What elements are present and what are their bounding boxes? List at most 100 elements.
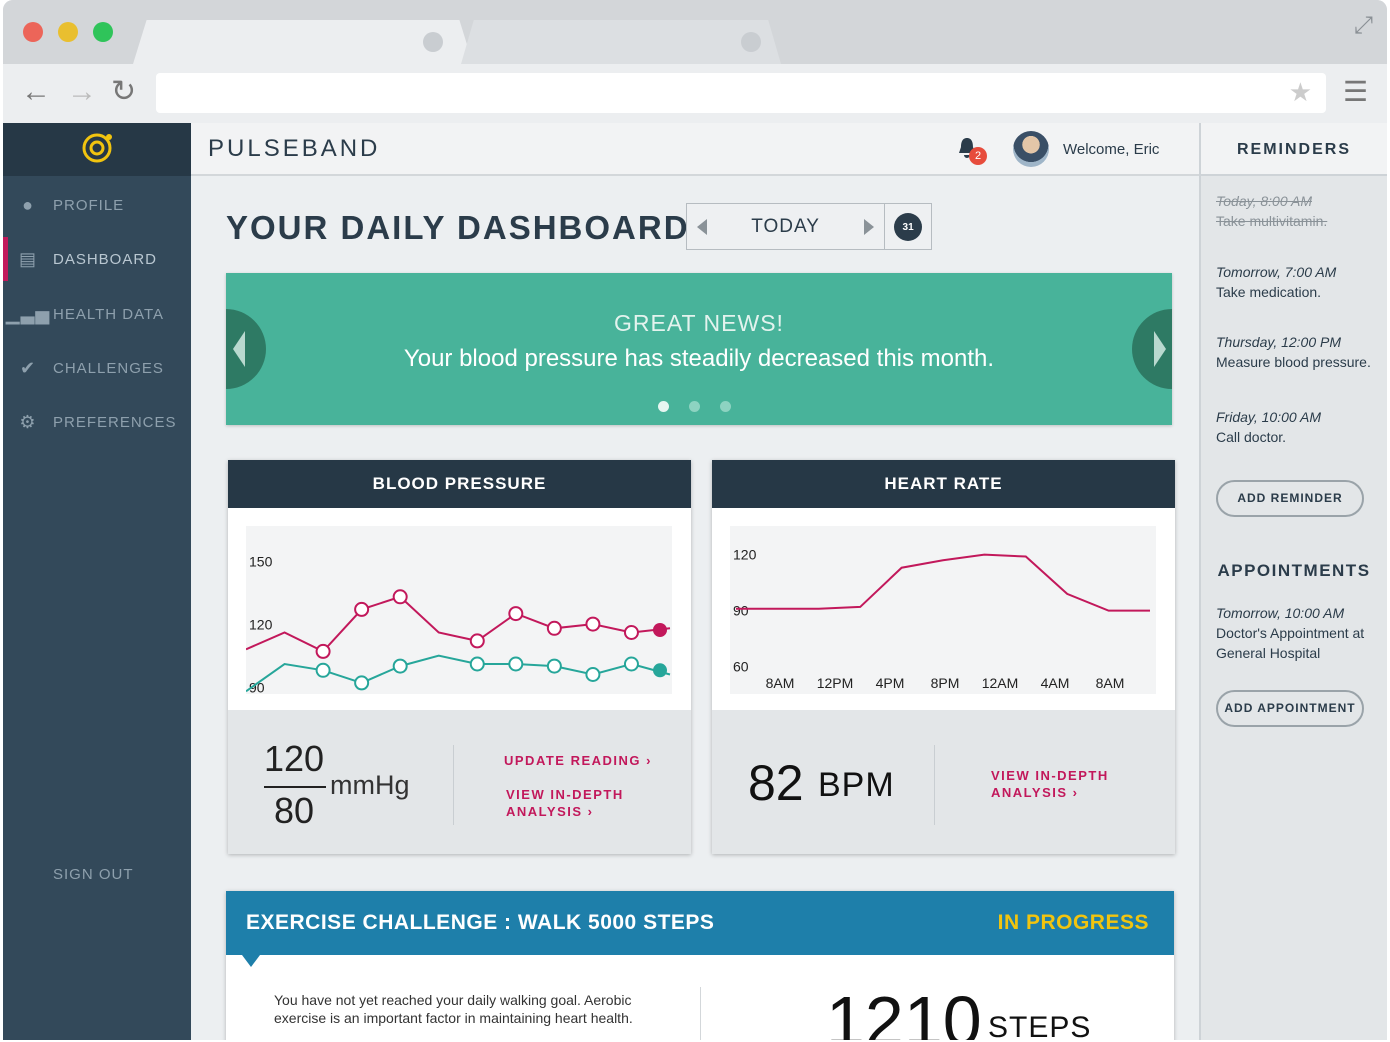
x-tick-label: 8AM [766, 675, 795, 691]
data-point [469, 656, 485, 672]
reload-icon[interactable]: ↻ [111, 76, 136, 108]
sidebar-item-dashboard[interactable]: ▤ DASHBOARD [3, 237, 191, 281]
reminders-title: REMINDERS [1201, 123, 1387, 176]
previous-day-arrow-icon[interactable] [697, 218, 707, 235]
data-point [546, 620, 562, 636]
data-point [392, 589, 408, 605]
top-header: PULSEBAND 2 Welcome, Eric [191, 123, 1199, 176]
sidebar-item-label: HEALTH DATA [53, 305, 165, 323]
tab-close-icon[interactable] [423, 32, 443, 52]
avatar[interactable] [1013, 131, 1049, 167]
view-analysis-link[interactable]: VIEW IN-DEPTH ANALYSIS › [991, 767, 1109, 801]
update-reading-link[interactable]: UPDATE READING › [504, 752, 652, 769]
challenge-header: EXERCISE CHALLENGE : WALK 5000 STEPS IN … [226, 891, 1174, 955]
add-reminder-button[interactable]: ADD REMINDER [1216, 480, 1364, 517]
link-line: VIEW IN-DEPTH [506, 787, 624, 802]
sidebar-item-health-data[interactable]: ▁▃▅ HEALTH DATA [3, 292, 191, 336]
sign-out-link[interactable]: SIGN OUT [53, 866, 134, 883]
pulseband-logo-icon[interactable] [3, 123, 191, 176]
browser-window: ⤢ ← → ↻ ★ ☰ ● PROFILE ▤ DASHBOARD ▁▃▅ HE… [3, 0, 1387, 1040]
heart-rate-value: 82 [748, 755, 804, 811]
series-line [246, 654, 671, 693]
y-tick-label: 90 [733, 603, 749, 619]
carousel-dot[interactable] [720, 401, 731, 412]
add-appointment-button[interactable]: ADD APPOINTMENT [1216, 690, 1364, 727]
sidebar-item-label: DASHBOARD [53, 250, 158, 268]
link-line: VIEW IN-DEPTH [991, 768, 1109, 783]
back-arrow-icon[interactable]: ← [21, 76, 51, 108]
reminder-text: Take multivitamin. [1216, 213, 1328, 229]
address-bar[interactable]: ★ [156, 73, 1326, 113]
bookmark-star-icon[interactable]: ★ [1289, 77, 1312, 108]
data-point [623, 625, 639, 640]
fraction-bar [264, 786, 326, 788]
data-point [508, 656, 524, 672]
current-point [653, 663, 667, 678]
reminder-item[interactable]: Today, 8:00 AM Take multivitamin. [1216, 191, 1327, 231]
steps-unit: STEPS [988, 1011, 1092, 1040]
carousel-dot[interactable] [689, 401, 700, 412]
news-carousel: GREAT NEWS! Your blood pressure has stea… [226, 273, 1172, 425]
sidebar-item-label: PROFILE [53, 196, 125, 214]
view-analysis-link[interactable]: VIEW IN-DEPTH ANALYSIS › [506, 786, 624, 820]
reminder-text: Measure blood pressure. [1216, 354, 1371, 370]
heart-rate-card: HEART RATE 60 90 120 8AM 12PM 4PM 8PM 12AM 4AM 8A… [712, 460, 1175, 854]
sidebar: ● PROFILE ▤ DASHBOARD ▁▃▅ HEALTH DATA ✔ … [3, 123, 191, 1040]
calendar-button[interactable]: 31 [885, 204, 931, 249]
close-window-button[interactable] [23, 22, 43, 42]
banner-title: GREAT NEWS! [614, 310, 784, 336]
link-line: ANALYSIS › [506, 804, 594, 819]
maximize-window-button[interactable] [93, 22, 113, 42]
reminder-text: Call doctor. [1216, 429, 1287, 445]
reminder-item[interactable]: Thursday, 12:00 PM Measure blood pressur… [1216, 332, 1371, 372]
appointment-text: Doctor's Appointment at [1216, 625, 1365, 641]
divider [934, 745, 935, 825]
welcome-text[interactable]: Welcome, Eric [1063, 141, 1159, 158]
y-tick-label: 120 [249, 617, 273, 633]
data-point [315, 643, 331, 659]
notification-badge: 2 [969, 147, 987, 165]
reminder-item[interactable]: Tomorrow, 7:00 AM Take medication. [1216, 262, 1336, 302]
divider [453, 745, 454, 825]
challenge-title: EXERCISE CHALLENGE : WALK 5000 STEPS [246, 911, 715, 934]
menu-icon[interactable]: ☰ [1343, 76, 1368, 108]
x-tick-label: 4PM [876, 675, 905, 691]
tab-close-icon[interactable] [741, 32, 761, 52]
diastolic-value: 80 [274, 790, 315, 831]
reminder-item[interactable]: Friday, 10:00 AM Call doctor. [1216, 407, 1321, 447]
current-point [653, 622, 667, 637]
data-point [315, 662, 331, 678]
appointment-item[interactable]: Tomorrow, 10:00 AM Doctor's Appointment … [1216, 603, 1364, 663]
data-point [585, 667, 601, 682]
data-point [354, 601, 370, 617]
reminder-time: Friday, 10:00 AM [1216, 409, 1322, 425]
date-picker: TODAY 31 [686, 203, 932, 250]
heart-rate-chart: 60 90 120 8AM 12PM 4PM 8PM 12AM 4AM 8AM [730, 526, 1156, 694]
sidebar-item-profile[interactable]: ● PROFILE [3, 183, 191, 227]
sidebar-item-preferences[interactable]: ⚙ PREFERENCES [3, 400, 191, 444]
forward-arrow-icon[interactable]: → [67, 76, 97, 108]
data-point [585, 616, 601, 632]
next-day-arrow-icon[interactable] [864, 218, 875, 235]
y-tick-label: 60 [733, 659, 749, 675]
page-title: YOUR DAILY DASHBOARD [226, 209, 690, 246]
browser-tab[interactable] [461, 20, 781, 64]
reminder-time: Today, 8:00 AM [1216, 193, 1312, 209]
fullscreen-icon[interactable]: ⤢ [1354, 12, 1373, 40]
minimize-window-button[interactable] [58, 22, 78, 42]
browser-toolbar: ← → ↻ ★ ☰ [3, 64, 1387, 123]
reminder-time: Tomorrow, 7:00 AM [1216, 264, 1337, 280]
x-tick-label: 4AM [1041, 675, 1070, 691]
browser-tab-active[interactable] [133, 20, 473, 64]
challenge-status: IN PROGRESS [997, 911, 1149, 934]
exercise-challenge-card: EXERCISE CHALLENGE : WALK 5000 STEPS IN … [226, 891, 1174, 1040]
sidebar-item-label: PREFERENCES [53, 413, 177, 431]
logo-area [3, 123, 191, 176]
steps-count: 1210 [826, 982, 982, 1040]
sidebar-item-challenges[interactable]: ✔ CHALLENGES [3, 346, 191, 390]
y-tick-label: 150 [249, 554, 273, 570]
data-point [623, 656, 639, 672]
carousel-dot[interactable] [658, 401, 669, 412]
carousel-dots [658, 401, 731, 412]
reminders-panel: REMINDERS Today, 8:00 AM Take multivitam… [1199, 123, 1387, 1040]
